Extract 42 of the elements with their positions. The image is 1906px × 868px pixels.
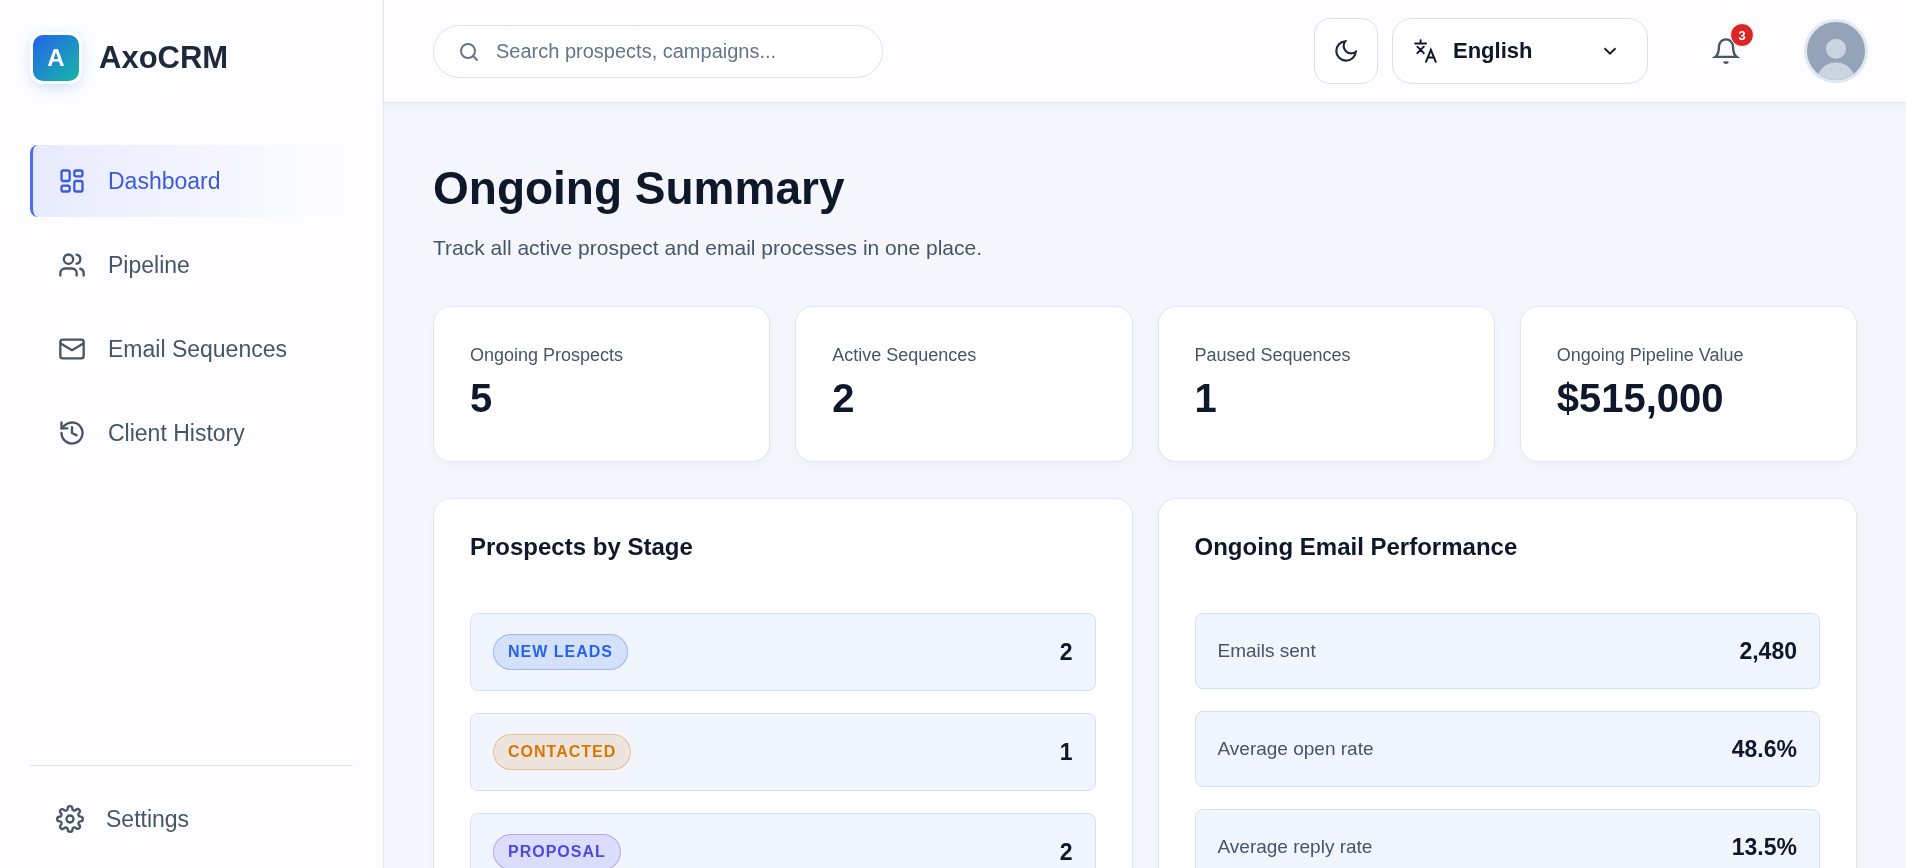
stat-value: 5 [470,376,494,422]
metric-value: 2,480 [1739,637,1797,665]
stat-label: Ongoing Pipeline Value [1556,345,1745,367]
stage-count: 1 [1059,738,1073,766]
nav-item[interactable]: Email Sequences [30,313,353,385]
stage-tag: NEW LEADS [493,634,628,671]
users-icon [58,251,86,279]
logo-icon: A [33,35,79,81]
stat-label: Active Sequences [832,345,978,367]
notifications-button[interactable]: 3 [1696,21,1756,81]
stat-value: 1 [1194,376,1218,422]
stat-label: Paused Sequences [1194,345,1352,367]
panel-title: Prospects by Stage [470,533,694,562]
stage-count: 2 [1059,838,1073,866]
settings-icon [56,805,84,833]
history-icon [58,419,86,447]
dashboard-icon [58,167,86,195]
stat-label: Ongoing Prospects [470,345,625,367]
nav-item[interactable]: Client History [30,397,353,469]
theme-toggle-button[interactable] [1314,18,1378,84]
brand-name: AxoCRM [99,40,229,76]
search-field[interactable]: Search prospects, campaigns... [433,24,883,78]
stage-count: 2 [1059,638,1073,666]
settings-link[interactable]: Settings [30,790,353,848]
metric-label: Average reply rate [1217,836,1373,859]
notification-count: 3 [1730,23,1754,47]
metric-label: Average open rate [1217,738,1374,761]
panel-title: Ongoing Email Performance [1194,533,1519,562]
stage-tag: CONTACTED [493,734,632,771]
bell-icon [1712,37,1740,65]
metric-label: Emails sent [1217,640,1316,663]
nav-item[interactable]: Pipeline [30,229,353,301]
translate-icon [1413,38,1439,64]
stage-tag: PROPOSAL [493,834,621,868]
page-subtitle: Track all active prospect and email processes in one place. [433,236,983,261]
metric-value: 13.5% [1731,833,1797,861]
page-title: Ongoing Summary [433,161,846,216]
moon-icon [1333,38,1359,64]
metric-value: 48.6% [1731,735,1797,763]
stat-value: 2 [832,376,856,422]
stat-value: $515,000 [1556,376,1725,422]
language-select[interactable]: English [1392,18,1648,84]
